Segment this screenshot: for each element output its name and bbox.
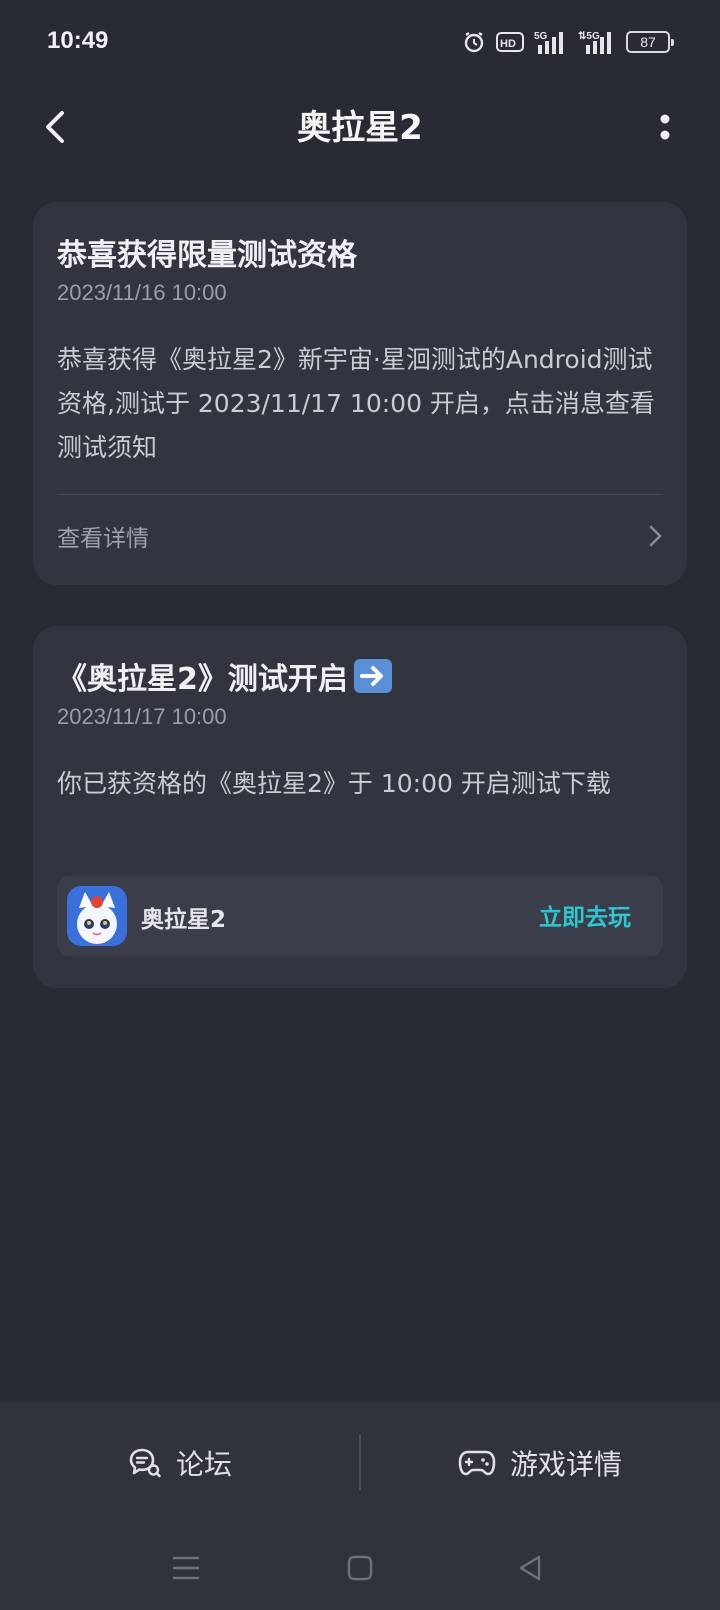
play-now-button[interactable]: 立即去玩	[539, 898, 631, 932]
back-nav-button[interactable]	[508, 1546, 552, 1590]
battery-icon: 87	[626, 31, 674, 53]
svg-text:⇅5G: ⇅5G	[578, 31, 600, 42]
5g-signal-icon: 5G	[534, 29, 568, 55]
view-details-link[interactable]: 查看详情	[57, 511, 663, 561]
message-title: 《奥拉星2》测试开启	[57, 654, 392, 698]
chevron-right-icon	[649, 525, 662, 547]
message-date: 2023/11/16 10:00	[57, 280, 227, 305]
gamepad-icon	[458, 1450, 496, 1476]
alarm-icon	[462, 30, 486, 54]
5g-signal-icon: ⇅5G	[578, 29, 616, 55]
message-title: 恭喜获得限量测试资格	[57, 238, 357, 273]
status-icons: HD 5G ⇅5G 87	[462, 27, 674, 57]
status-bar: 10:49 HD 5G ⇅5G 87	[0, 0, 720, 84]
tab-forum-label: 论坛	[175, 1448, 232, 1481]
message-title-text: 《奥拉星2》测试开启	[57, 662, 348, 697]
triangle-back-icon	[519, 1555, 541, 1581]
message-card[interactable]: 《奥拉星2》测试开启 2023/11/17 10:00 你已获资格的《奥拉星2》…	[33, 626, 687, 988]
system-nav-bar	[0, 1524, 720, 1610]
message-list: 恭喜获得限量测试资格 2023/11/16 10:00 恭喜获得《奥拉星2》新宇…	[0, 178, 720, 1402]
game-app-icon	[67, 886, 127, 946]
forum-chat-icon	[129, 1448, 161, 1478]
svg-text:5G: 5G	[534, 31, 548, 42]
right-arrow-icon	[353, 659, 392, 693]
hd-icon: HD	[496, 31, 524, 53]
tab-forum[interactable]: 论坛	[0, 1402, 360, 1524]
recent-apps-button[interactable]	[164, 1546, 208, 1590]
message-body: 你已获资格的《奥拉星2》于 10:00 开启测试下载	[57, 769, 611, 798]
status-time: 10:49	[47, 27, 109, 54]
bottom-action-bar: 论坛 游戏详情	[0, 1402, 720, 1524]
divider	[57, 494, 663, 495]
app-header: 奥拉星2	[0, 84, 720, 178]
more-button[interactable]	[650, 102, 680, 152]
svg-text:HD: HD	[500, 38, 516, 50]
game-name: 奥拉星2	[141, 907, 227, 933]
square-icon	[347, 1555, 373, 1581]
message-body: 恭喜获得《奥拉星2》新宇宙·星洄测试的Android测试资格,测试于 2023/…	[57, 345, 655, 462]
home-button[interactable]	[338, 1546, 382, 1590]
game-entry[interactable]: 奥拉星2 立即去玩	[57, 876, 663, 956]
tab-game-details[interactable]: 游戏详情	[360, 1402, 720, 1524]
view-details-label: 查看详情	[57, 526, 149, 552]
message-card[interactable]: 恭喜获得限量测试资格 2023/11/16 10:00 恭喜获得《奥拉星2》新宇…	[33, 202, 687, 585]
page-title: 奥拉星2	[297, 108, 423, 148]
tab-game-details-label: 游戏详情	[509, 1448, 622, 1481]
menu-icon	[172, 1556, 200, 1580]
message-date: 2023/11/17 10:00	[57, 704, 227, 729]
more-vertical-icon	[660, 114, 670, 140]
